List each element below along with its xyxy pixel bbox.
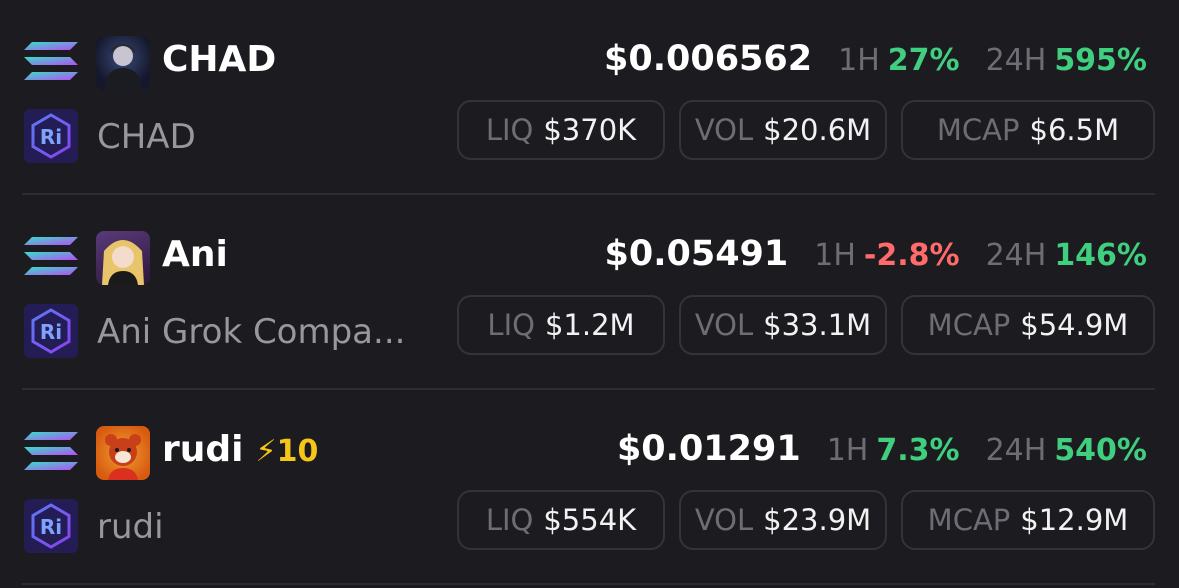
change-24h-label: 24H xyxy=(985,238,1047,273)
change-1h-label: 1H xyxy=(814,238,856,273)
token-row[interactable]: CHAD $0.006562 1H 27% 24H 595% Ri CHAD L… xyxy=(0,0,1179,195)
vol-label: VOL xyxy=(694,503,754,537)
svg-text:Ri: Ri xyxy=(40,320,62,344)
token-symbol: CHAD xyxy=(162,39,277,80)
mcap-chip[interactable]: MCAP $54.9M xyxy=(901,295,1155,355)
mcap-chip[interactable]: MCAP $6.5M xyxy=(901,100,1155,160)
change-1h-label: 1H xyxy=(838,43,880,78)
raydium-icon: Ri xyxy=(24,109,78,163)
liq-chip[interactable]: LIQ $370K xyxy=(457,100,665,160)
svg-text:Ri: Ri xyxy=(40,515,62,539)
change-24h-label: 24H xyxy=(985,433,1047,468)
price-line: $0.006562 1H 27% 24H 595% xyxy=(604,42,1147,77)
vol-value: $20.6M xyxy=(763,113,872,147)
raydium-icon: Ri xyxy=(24,499,78,553)
price-line: $0.05491 1H -2.8% 24H 146% xyxy=(604,237,1147,272)
liq-chip[interactable]: LIQ $554K xyxy=(457,490,665,550)
solana-icon xyxy=(24,432,78,470)
mcap-value: $12.9M xyxy=(1020,503,1129,537)
svg-text:Ri: Ri xyxy=(40,125,62,149)
vol-value: $33.1M xyxy=(763,308,872,342)
change-24h-value: 595% xyxy=(1054,43,1147,78)
liq-label: LIQ xyxy=(485,113,534,147)
row-divider xyxy=(22,583,1155,585)
mcap-label: MCAP xyxy=(936,113,1020,147)
vol-chip[interactable]: VOL $20.6M xyxy=(679,100,887,160)
mcap-label: MCAP xyxy=(927,308,1011,342)
solana-icon xyxy=(24,237,78,275)
token-name: CHAD xyxy=(97,117,196,157)
token-name: rudi xyxy=(97,507,164,547)
liq-chip[interactable]: LIQ $1.2M xyxy=(457,295,665,355)
token-symbol: rudi ⚡10 xyxy=(162,429,319,470)
token-price: $0.01291 xyxy=(616,429,801,469)
ani-avatar xyxy=(96,231,150,285)
change-24h-value: 540% xyxy=(1054,433,1147,468)
liq-value: $554K xyxy=(543,503,637,537)
liq-label: LIQ xyxy=(487,308,535,342)
token-list: CHAD $0.006562 1H 27% 24H 595% Ri CHAD L… xyxy=(0,0,1179,588)
raydium-icon: Ri xyxy=(24,304,78,358)
change-1h-value: 27% xyxy=(887,43,960,78)
change-24h-value: 146% xyxy=(1054,238,1147,273)
change-1h-value: 7.3% xyxy=(876,433,960,468)
mcap-chip[interactable]: MCAP $12.9M xyxy=(901,490,1155,550)
token-symbol: Ani xyxy=(162,234,228,275)
vol-chip[interactable]: VOL $23.9M xyxy=(679,490,887,550)
price-line: $0.01291 1H 7.3% 24H 540% xyxy=(617,432,1147,467)
token-row[interactable]: Ani $0.05491 1H -2.8% 24H 146% Ri Ani Gr… xyxy=(0,195,1179,390)
token-price: $0.05491 xyxy=(604,234,789,274)
liq-label: LIQ xyxy=(485,503,534,537)
token-row[interactable]: rudi ⚡10 $0.01291 1H 7.3% 24H 540% Ri rud… xyxy=(0,390,1179,585)
solana-icon xyxy=(24,42,78,80)
vol-label: VOL xyxy=(694,113,754,147)
vol-chip[interactable]: VOL $33.1M xyxy=(679,295,887,355)
mcap-value: $6.5M xyxy=(1029,113,1120,147)
boost-badge: ⚡10 xyxy=(255,434,319,469)
change-24h-label: 24H xyxy=(985,43,1047,78)
chad-avatar xyxy=(96,36,150,90)
liq-value: $1.2M xyxy=(544,308,635,342)
vol-label: VOL xyxy=(694,308,754,342)
vol-value: $23.9M xyxy=(763,503,872,537)
liq-value: $370K xyxy=(543,113,637,147)
mcap-label: MCAP xyxy=(927,503,1011,537)
token-price: $0.006562 xyxy=(603,39,813,79)
change-1h-value: -2.8% xyxy=(863,238,960,273)
rudi-avatar xyxy=(96,426,150,480)
change-1h-label: 1H xyxy=(826,433,869,468)
mcap-value: $54.9M xyxy=(1020,308,1129,342)
token-name: Ani Grok Compa... xyxy=(97,312,406,352)
